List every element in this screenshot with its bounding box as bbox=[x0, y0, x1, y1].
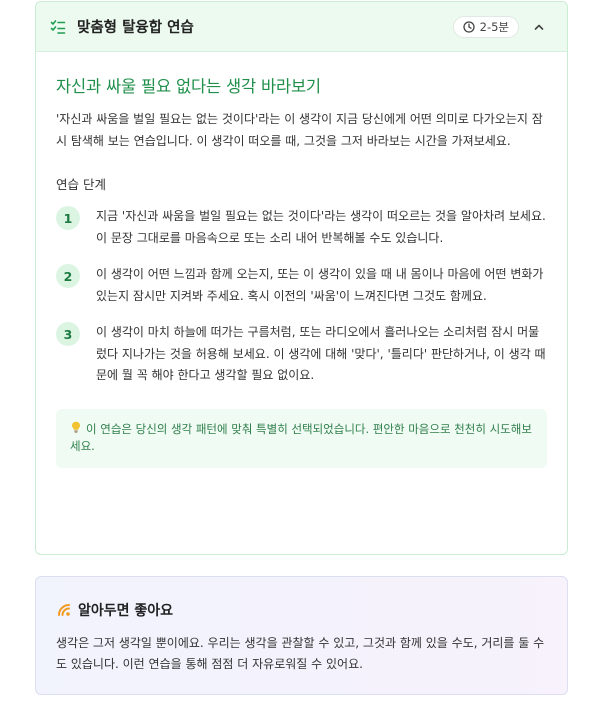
clock-icon bbox=[462, 20, 475, 33]
time-badge-label: 2-5분 bbox=[479, 19, 509, 34]
info-card-title: 알아두면 좋아요 bbox=[78, 603, 174, 619]
step-text: 지금 '자신과 싸움을 벌일 필요는 없는 것이다'라는 생각이 떠오르는 것을… bbox=[96, 209, 546, 245]
tip-box: 이 연습은 당신의 생각 패턴에 맞춰 특별히 선택되었습니다. 편안한 마음으… bbox=[56, 408, 547, 468]
list-check-icon bbox=[50, 18, 68, 36]
step-text: 이 생각이 마치 하늘에 떠가는 구름처럼, 또는 라디오에서 흘러나오는 소리… bbox=[96, 325, 546, 382]
exercise-card-title: 맞춤형 탈융합 연습 bbox=[77, 20, 194, 36]
time-badge: 2-5분 bbox=[452, 15, 519, 38]
lightbulb-icon bbox=[70, 421, 82, 438]
step-number-badge: 3 bbox=[56, 322, 80, 346]
steps-list: 1 지금 '자신과 싸움을 벌일 필요는 없는 것이다'라는 생각이 떠오르는 … bbox=[56, 206, 547, 387]
step-item: 3 이 생각이 마치 하늘에 떠가는 구름처럼, 또는 라디오에서 흘러나오는 … bbox=[56, 322, 547, 387]
info-card-header: 알아두면 좋아요 bbox=[56, 600, 547, 620]
steps-heading: 연습 단계 bbox=[56, 177, 106, 192]
step-number-badge: 2 bbox=[56, 264, 80, 288]
exercise-title: 자신과 싸울 필요 없다는 생각 바라보기 bbox=[56, 77, 321, 96]
collapse-button[interactable] bbox=[525, 13, 553, 41]
info-card: 알아두면 좋아요 생각은 그저 생각일 뿐이에요. 우리는 생각을 관찰할 수 … bbox=[35, 576, 568, 695]
step-text: 이 생각이 어떤 느낌과 함께 오는지, 또는 이 생각이 있을 때 내 몸이나… bbox=[96, 267, 544, 303]
exercise-card: 맞춤형 탈융합 연습 2-5분 자신과 싸울 필요 없다는 생각 바라보기 '자… bbox=[35, 1, 568, 555]
sparkle-icon bbox=[56, 602, 72, 618]
step-item: 2 이 생각이 어떤 느낌과 함께 오는지, 또는 이 생각이 있을 때 내 몸… bbox=[56, 264, 547, 307]
step-number-badge: 1 bbox=[56, 206, 80, 230]
exercise-card-body: 자신과 싸울 필요 없다는 생각 바라보기 '자신과 싸움을 벌일 필요는 없는… bbox=[36, 73, 567, 468]
exercise-description: '자신과 싸움을 벌일 필요는 없는 것이다'라는 이 생각이 지금 당신에게 … bbox=[56, 112, 543, 148]
tip-text: 이 연습은 당신의 생각 패턴에 맞춰 특별히 선택되었습니다. 편안한 마음으… bbox=[70, 421, 532, 453]
exercise-card-header[interactable]: 맞춤형 탈융합 연습 2-5분 bbox=[36, 2, 567, 52]
chevron-up-icon bbox=[534, 24, 544, 30]
info-card-text: 생각은 그저 생각일 뿐이에요. 우리는 생각을 관찰할 수 있고, 그것과 함… bbox=[56, 636, 545, 671]
step-item: 1 지금 '자신과 싸움을 벌일 필요는 없는 것이다'라는 생각이 떠오르는 … bbox=[56, 206, 547, 249]
